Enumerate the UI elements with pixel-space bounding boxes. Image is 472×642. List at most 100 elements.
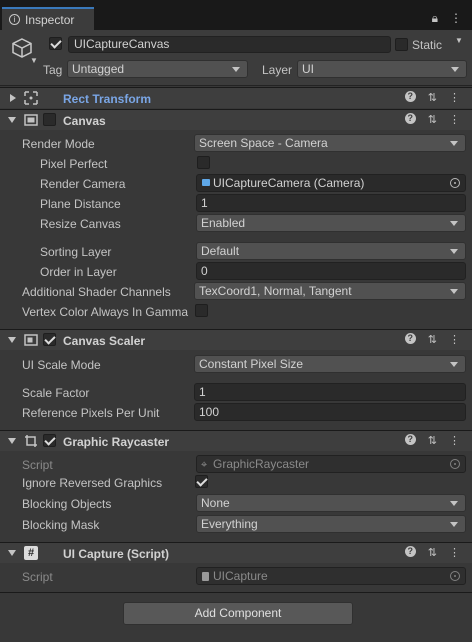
presets-icon[interactable]: ⇅ bbox=[428, 333, 437, 346]
canvas-icon bbox=[24, 114, 38, 126]
help-icon[interactable]: ? bbox=[404, 113, 416, 124]
blocking-objects-dropdown[interactable]: None bbox=[196, 494, 466, 512]
object-picker-icon bbox=[450, 459, 460, 469]
tag-dropdown[interactable]: Untagged bbox=[67, 60, 248, 78]
ui-capture-title: UI Capture (Script) bbox=[63, 547, 170, 561]
canvas-scaler-enabled-checkbox[interactable] bbox=[43, 333, 56, 346]
object-picker-icon bbox=[450, 571, 460, 581]
foldout-arrow-icon[interactable] bbox=[8, 550, 16, 556]
vertex-color-checkbox[interactable] bbox=[195, 304, 208, 317]
camera-icon bbox=[202, 179, 210, 186]
render-mode-label: Render Mode bbox=[22, 137, 95, 151]
gameobject-active-checkbox[interactable] bbox=[49, 37, 62, 50]
sorting-layer-label: Sorting Layer bbox=[40, 245, 112, 259]
rect-transform-title: Rect Transform bbox=[63, 92, 152, 106]
presets-icon[interactable]: ⇅ bbox=[428, 546, 437, 559]
presets-icon[interactable]: ⇅ bbox=[428, 91, 437, 104]
rect-transform-header[interactable]: Rect Transform ? ⇅ ⋮ bbox=[0, 87, 472, 108]
scale-factor-field[interactable]: 1 bbox=[194, 383, 466, 401]
shader-channels-dropdown[interactable]: TexCoord1, Normal, Tangent bbox=[194, 282, 466, 300]
ui-capture-script-label: Script bbox=[22, 570, 53, 584]
graphic-raycaster-icon bbox=[25, 435, 37, 447]
info-icon: i bbox=[9, 14, 20, 25]
render-camera-label: Render Camera bbox=[40, 177, 126, 191]
ui-scale-mode-dropdown[interactable]: Constant Pixel Size bbox=[194, 355, 466, 373]
canvas-title: Canvas bbox=[63, 114, 106, 128]
foldout-arrow-icon[interactable] bbox=[8, 337, 16, 343]
plane-distance-field[interactable]: 1 bbox=[196, 194, 466, 212]
raycaster-script-label: Script bbox=[22, 458, 53, 472]
blocking-objects-label: Blocking Objects bbox=[22, 497, 112, 511]
rect-transform-icon bbox=[24, 91, 38, 105]
raycaster-script-icon: ⌖ bbox=[201, 459, 208, 471]
component-menu-icon[interactable]: ⋮ bbox=[449, 113, 460, 126]
graphic-raycaster-title: Graphic Raycaster bbox=[63, 435, 170, 449]
tag-label: Tag bbox=[43, 63, 63, 77]
reference-ppu-field[interactable]: 100 bbox=[194, 403, 466, 421]
render-camera-field[interactable]: UICaptureCamera (Camera) bbox=[196, 174, 466, 192]
gameobject-name-field[interactable]: UICaptureCanvas bbox=[68, 36, 391, 53]
render-mode-dropdown[interactable]: Screen Space - Camera bbox=[194, 134, 466, 152]
more-menu-icon[interactable]: ⋮ bbox=[450, 11, 462, 26]
sorting-layer-dropdown[interactable]: Default bbox=[196, 242, 466, 260]
canvas-scaler-title: Canvas Scaler bbox=[63, 334, 146, 348]
gameobject-header: ▼ UICaptureCanvas Static ▼ Tag Untagged … bbox=[0, 30, 472, 86]
ui-capture-header[interactable]: # UI Capture (Script) ? ⇅ ⋮ bbox=[0, 542, 472, 563]
icon-dropdown-icon[interactable]: ▼ bbox=[30, 56, 38, 65]
canvas-header[interactable]: Canvas ? ⇅ ⋮ bbox=[0, 109, 472, 130]
layer-label: Layer bbox=[262, 63, 293, 77]
scale-factor-label: Scale Factor bbox=[22, 386, 90, 400]
reference-ppu-label: Reference Pixels Per Unit bbox=[22, 406, 160, 420]
canvas-scaler-icon bbox=[24, 334, 38, 346]
static-checkbox[interactable] bbox=[395, 38, 408, 51]
graphic-raycaster-enabled-checkbox[interactable] bbox=[43, 434, 56, 447]
order-in-layer-field[interactable]: 0 bbox=[196, 262, 466, 280]
component-menu-icon[interactable]: ⋮ bbox=[449, 434, 460, 447]
raycaster-script-field: ⌖ GraphicRaycaster bbox=[196, 455, 466, 473]
ui-capture-script-value: UICapture bbox=[213, 569, 268, 583]
presets-icon[interactable]: ⇅ bbox=[428, 113, 437, 126]
vertex-color-label: Vertex Color Always In Gamma bbox=[22, 305, 189, 319]
ignore-reversed-checkbox[interactable] bbox=[195, 475, 208, 488]
layer-dropdown[interactable]: UI bbox=[297, 60, 467, 78]
canvas-enabled-checkbox[interactable] bbox=[43, 113, 56, 126]
shader-channels-label: Additional Shader Channels bbox=[22, 285, 171, 299]
static-dropdown-icon[interactable]: ▼ bbox=[455, 36, 463, 45]
blocking-mask-label: Blocking Mask bbox=[22, 518, 100, 532]
ui-scale-mode-label: UI Scale Mode bbox=[22, 358, 101, 372]
foldout-arrow-icon[interactable] bbox=[8, 117, 16, 123]
help-icon[interactable]: ? bbox=[404, 546, 416, 557]
component-menu-icon[interactable]: ⋮ bbox=[449, 333, 460, 346]
component-menu-icon[interactable]: ⋮ bbox=[449, 546, 460, 559]
help-icon[interactable]: ? bbox=[404, 333, 416, 344]
blocking-mask-dropdown[interactable]: Everything bbox=[196, 515, 466, 533]
help-icon[interactable]: ? bbox=[404, 434, 416, 445]
tab-inspector[interactable]: i Inspector bbox=[2, 7, 94, 30]
csharp-script-icon: # bbox=[24, 546, 38, 560]
object-picker-icon[interactable] bbox=[450, 178, 460, 188]
lock-icon[interactable]: 🔒︎ bbox=[432, 11, 438, 26]
plane-distance-label: Plane Distance bbox=[40, 197, 121, 211]
tab-inspector-label: Inspector bbox=[25, 12, 75, 27]
order-in-layer-label: Order in Layer bbox=[40, 265, 117, 279]
static-label: Static bbox=[412, 38, 443, 52]
tab-strip: i Inspector 🔒︎ ⋮ bbox=[0, 0, 472, 30]
raycaster-script-value: GraphicRaycaster bbox=[213, 457, 310, 471]
canvas-scaler-header[interactable]: Canvas Scaler ? ⇅ ⋮ bbox=[0, 329, 472, 350]
ui-capture-script-field: UICapture bbox=[196, 567, 466, 585]
foldout-arrow-icon[interactable] bbox=[10, 94, 16, 102]
resize-canvas-dropdown[interactable]: Enabled bbox=[196, 214, 466, 232]
graphic-raycaster-header[interactable]: Graphic Raycaster ? ⇅ ⋮ bbox=[0, 430, 472, 451]
script-file-icon bbox=[202, 572, 209, 581]
presets-icon[interactable]: ⇅ bbox=[428, 434, 437, 447]
divider bbox=[0, 592, 472, 593]
pixel-perfect-checkbox[interactable] bbox=[197, 156, 210, 169]
add-component-button[interactable]: Add Component bbox=[123, 602, 353, 625]
component-menu-icon[interactable]: ⋮ bbox=[449, 91, 460, 104]
render-camera-value: UICaptureCamera (Camera) bbox=[213, 176, 365, 190]
foldout-arrow-icon[interactable] bbox=[8, 438, 16, 444]
pixel-perfect-label: Pixel Perfect bbox=[40, 157, 108, 171]
help-icon[interactable]: ? bbox=[404, 91, 416, 102]
resize-canvas-label: Resize Canvas bbox=[40, 217, 121, 231]
ignore-reversed-label: Ignore Reversed Graphics bbox=[22, 476, 163, 490]
